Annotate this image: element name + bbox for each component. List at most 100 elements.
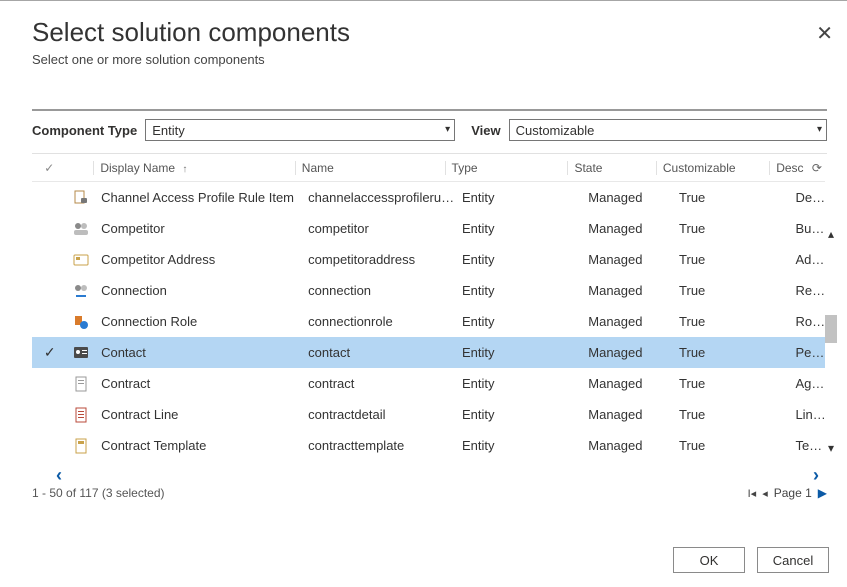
col-type[interactable]: Type xyxy=(445,161,568,175)
horizontal-scrollbar[interactable]: ‹ › xyxy=(32,466,827,484)
cell-name: channelaccessprofileruleite… xyxy=(302,190,456,205)
page-prev-icon[interactable]: ◂ xyxy=(762,487,768,500)
cell-display-name: Competitor xyxy=(95,221,302,236)
page-label: Page 1 xyxy=(774,486,812,500)
cancel-button[interactable]: Cancel xyxy=(757,547,829,573)
cell-customizable: True xyxy=(673,407,789,422)
cell-type: Entity xyxy=(456,190,582,205)
cell-display-name: Contract Template xyxy=(95,438,302,453)
scroll-right-icon[interactable]: › xyxy=(805,465,827,486)
vertical-scrollbar[interactable]: ▴ ▾ xyxy=(825,175,837,455)
cell-description: Line ite xyxy=(789,407,827,422)
cell-state: Managed xyxy=(582,314,673,329)
cell-type: Entity xyxy=(456,376,582,391)
cell-customizable: True xyxy=(673,314,789,329)
col-customizable-label: Customizable xyxy=(663,161,736,175)
table-row[interactable]: Channel Access Profile Rule Itemchannela… xyxy=(32,182,827,213)
divider xyxy=(32,109,827,111)
cell-state: Managed xyxy=(582,283,673,298)
entity-icon xyxy=(67,313,95,330)
paginator: I◂ ◂ Page 1 ▶ xyxy=(748,486,827,500)
cell-type: Entity xyxy=(456,438,582,453)
col-state-label: State xyxy=(574,161,602,175)
cell-description: Additic xyxy=(789,252,827,267)
component-type-select[interactable]: Entity ▾ xyxy=(145,119,455,141)
table-row[interactable]: Contract LinecontractdetailEntityManaged… xyxy=(32,399,827,430)
button-bar: OK Cancel xyxy=(673,547,829,573)
page-next-icon[interactable]: ▶ xyxy=(818,486,827,500)
scroll-left-icon[interactable]: ‹ xyxy=(48,465,70,486)
cell-name: connection xyxy=(302,283,456,298)
cell-customizable: True xyxy=(673,345,789,360)
cell-state: Managed xyxy=(582,345,673,360)
cell-customizable: True xyxy=(673,376,789,391)
col-name[interactable]: Name xyxy=(295,161,445,175)
col-state[interactable]: State xyxy=(567,161,655,175)
table-row[interactable]: Connection RoleconnectionroleEntityManag… xyxy=(32,306,827,337)
cell-name: contractdetail xyxy=(302,407,456,422)
scroll-thumb[interactable] xyxy=(825,315,837,343)
table-row[interactable]: ContractcontractEntityManagedTrueAgreen xyxy=(32,368,827,399)
grid: ✓ Display Name ↑ Name Type State Customi… xyxy=(32,153,827,462)
cell-display-name: Contract xyxy=(95,376,302,391)
entity-icon xyxy=(67,282,95,299)
col-customizable[interactable]: Customizable xyxy=(656,161,769,175)
cell-display-name: Contract Line xyxy=(95,407,302,422)
cell-state: Managed xyxy=(582,221,673,236)
refresh-button[interactable]: ⟳ xyxy=(806,161,827,175)
page-first-icon[interactable]: I◂ xyxy=(748,487,757,500)
cell-display-name: Connection xyxy=(95,283,302,298)
entity-icon xyxy=(67,437,95,454)
view-select[interactable]: Customizable ▾ xyxy=(509,119,827,141)
entity-icon xyxy=(67,406,95,423)
ok-button[interactable]: OK xyxy=(673,547,745,573)
close-button[interactable]: ✕ xyxy=(816,21,833,46)
table-row[interactable]: Contract TemplatecontracttemplateEntityM… xyxy=(32,430,827,461)
entity-icon xyxy=(67,189,95,206)
table-row[interactable]: Competitor AddresscompetitoraddressEntit… xyxy=(32,244,827,275)
entity-icon xyxy=(67,375,95,392)
cell-description: Agreen xyxy=(789,376,827,391)
cell-type: Entity xyxy=(456,221,582,236)
cell-customizable: True xyxy=(673,283,789,298)
cell-type: Entity xyxy=(456,252,582,267)
entity-icon xyxy=(67,220,95,237)
row-checkbox[interactable]: ✓ xyxy=(32,344,67,361)
table-row[interactable]: CompetitorcompetitorEntityManagedTrueBus… xyxy=(32,213,827,244)
cell-description: Relatio xyxy=(789,283,827,298)
cell-display-name: Competitor Address xyxy=(95,252,302,267)
table-row[interactable]: ✓ContactcontactEntityManagedTruePerson xyxy=(32,337,827,368)
col-description[interactable]: Desc xyxy=(769,161,806,175)
cell-description: Defines xyxy=(789,190,827,205)
cell-name: competitor xyxy=(302,221,456,236)
cell-display-name: Contact xyxy=(95,345,302,360)
dialog-title: Select solution components xyxy=(32,17,837,48)
cell-name: contracttemplate xyxy=(302,438,456,453)
col-display-name-label: Display Name xyxy=(100,161,175,175)
col-name-label: Name xyxy=(302,161,334,175)
scroll-down-icon[interactable]: ▾ xyxy=(823,441,839,455)
filter-row: Component Type Entity ▾ View Customizabl… xyxy=(32,119,827,141)
table-row[interactable]: ConnectionconnectionEntityManagedTrueRel… xyxy=(32,275,827,306)
select-all-checkbox[interactable]: ✓ xyxy=(32,161,66,175)
col-display-name[interactable]: Display Name ↑ xyxy=(93,161,294,175)
cell-name: connectionrole xyxy=(302,314,456,329)
cell-display-name: Connection Role xyxy=(95,314,302,329)
cell-description: Busine xyxy=(789,221,827,236)
grid-footer: 1 - 50 of 117 (3 selected) I◂ ◂ Page 1 ▶ xyxy=(32,486,827,500)
cell-name: contract xyxy=(302,376,456,391)
cell-type: Entity xyxy=(456,345,582,360)
sort-asc-icon: ↑ xyxy=(182,164,187,175)
chevron-down-icon: ▾ xyxy=(445,125,450,135)
cell-description: Role d xyxy=(789,314,827,329)
view-value: Customizable xyxy=(516,123,595,138)
cell-state: Managed xyxy=(582,376,673,391)
cell-customizable: True xyxy=(673,252,789,267)
cell-display-name: Channel Access Profile Rule Item xyxy=(95,190,302,205)
cell-state: Managed xyxy=(582,407,673,422)
scroll-up-icon[interactable]: ▴ xyxy=(823,227,839,241)
col-type-label: Type xyxy=(452,161,478,175)
cell-type: Entity xyxy=(456,407,582,422)
cell-state: Managed xyxy=(582,252,673,267)
component-type-value: Entity xyxy=(152,123,185,138)
